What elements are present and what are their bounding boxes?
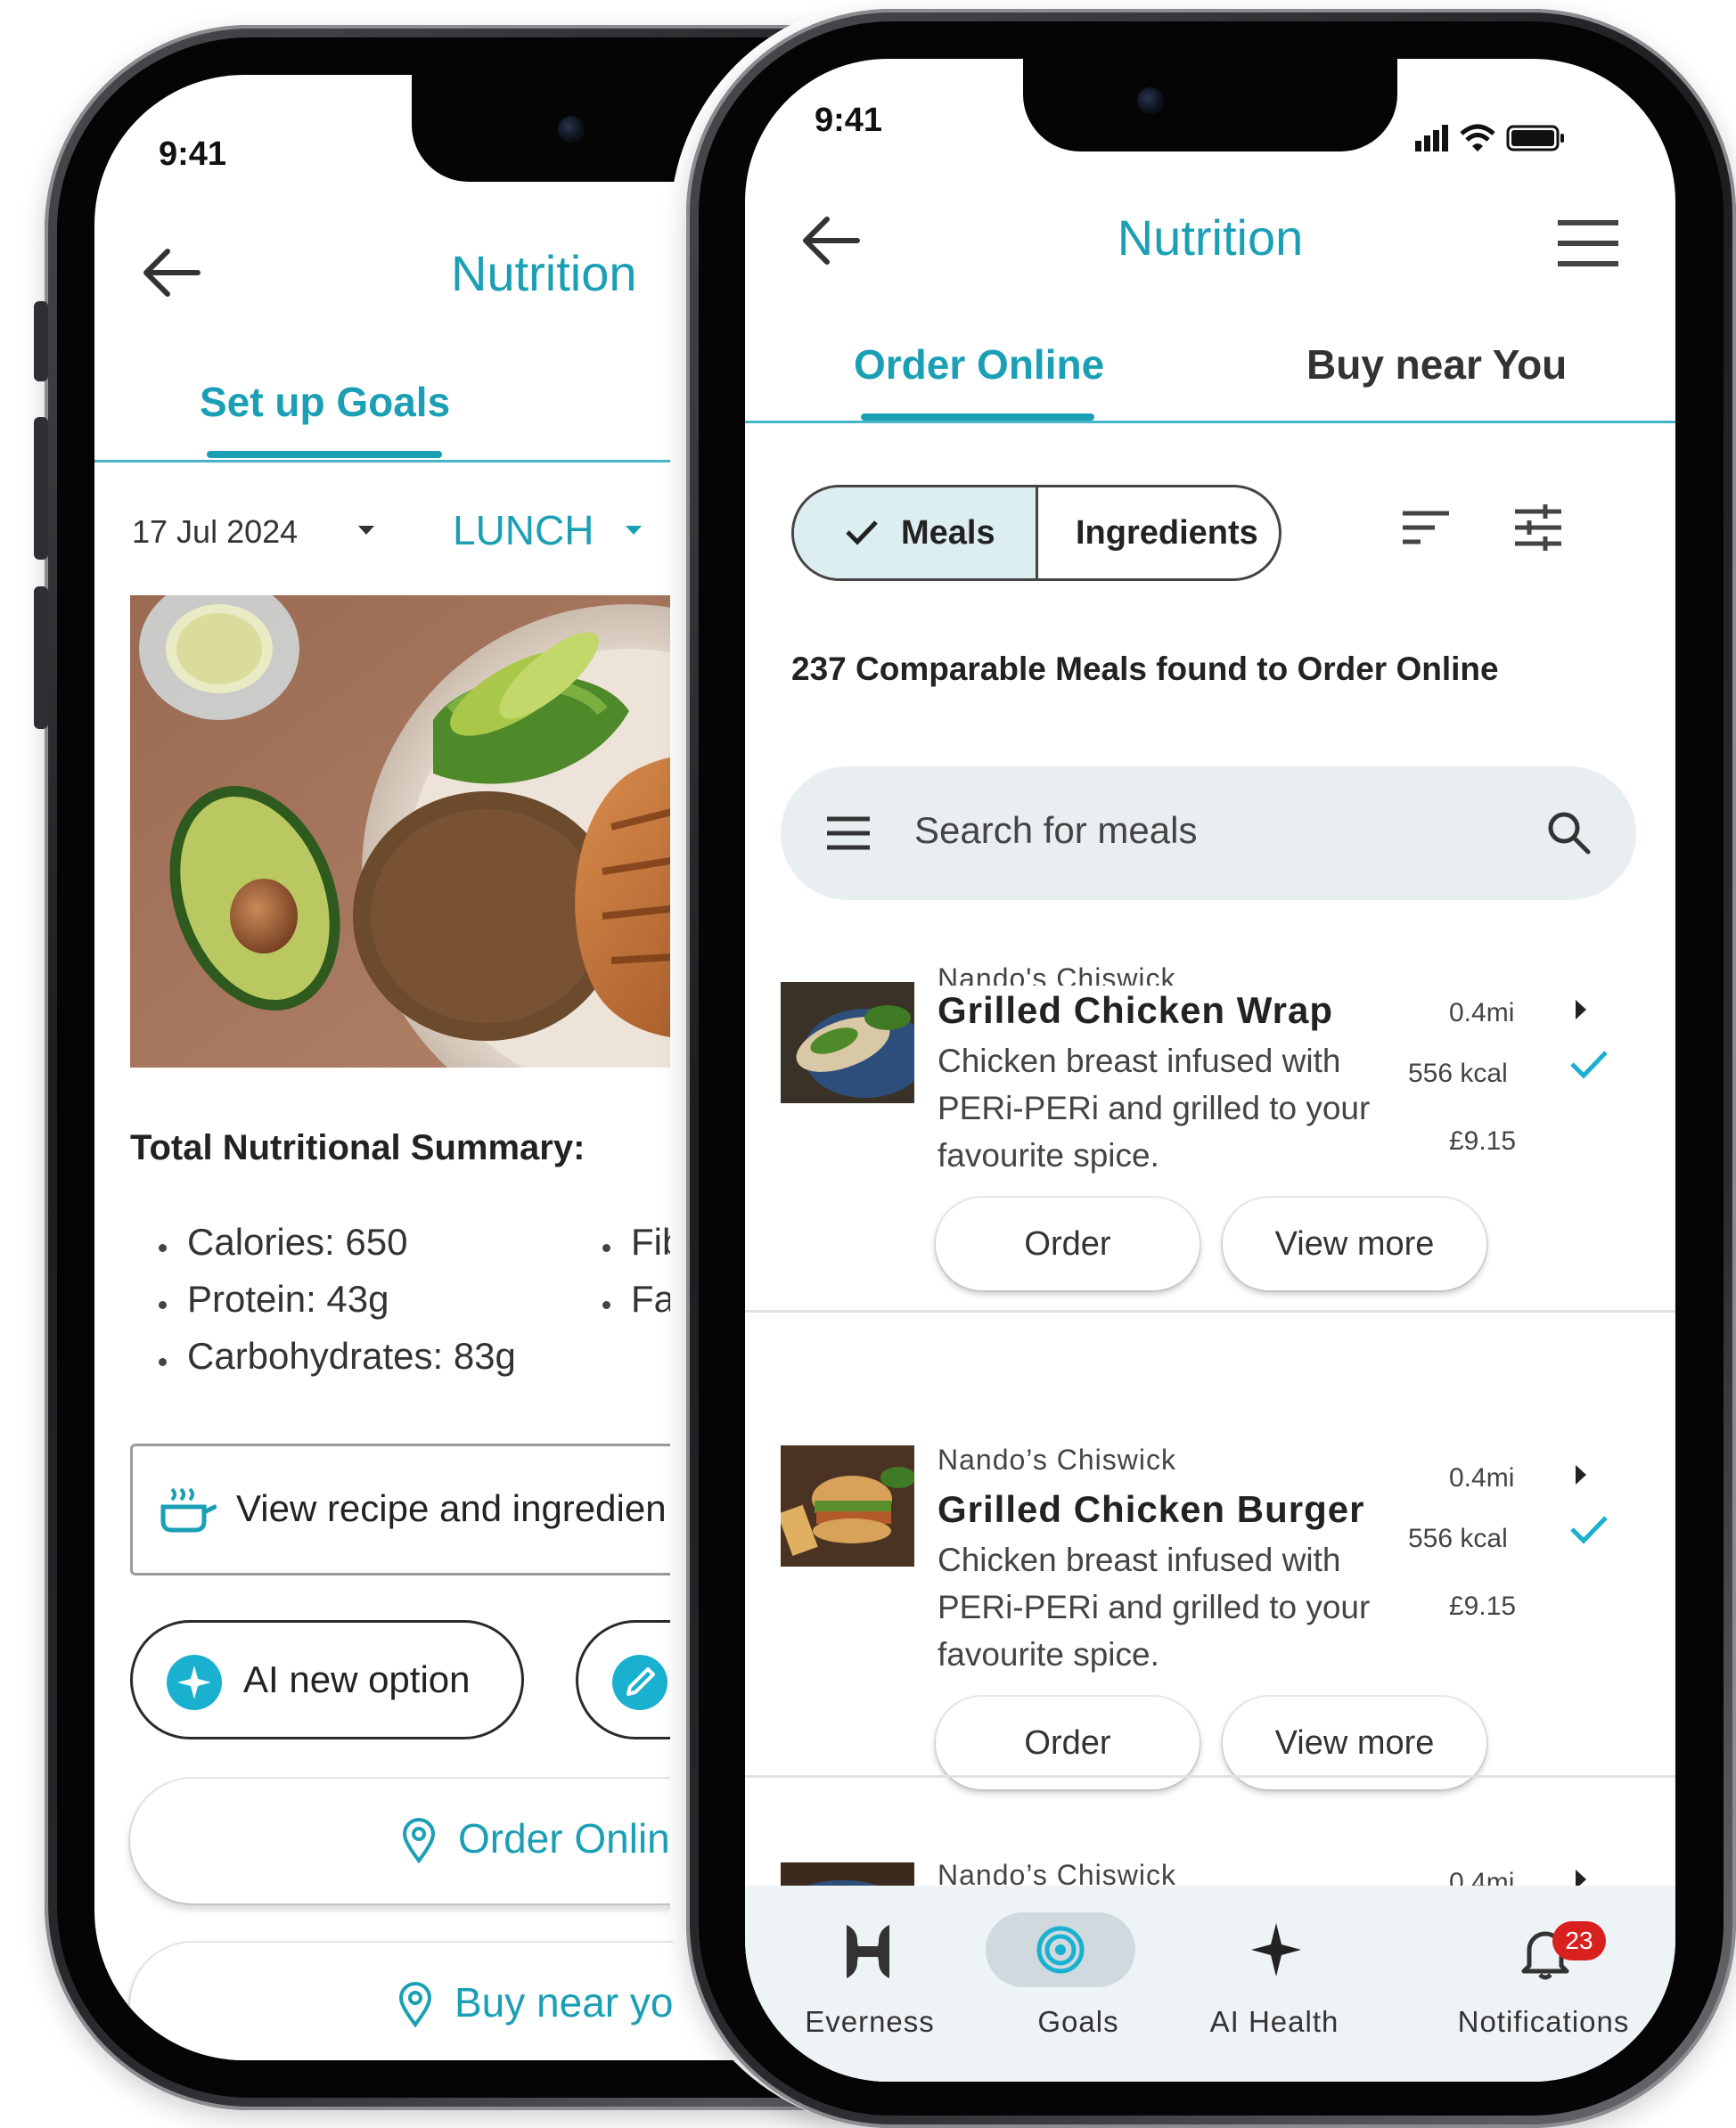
play-arrow-icon[interactable] [1576,1870,1586,1886]
meal-distance: 0.4mi [1449,1868,1515,1886]
meal-thumbnail [781,1862,914,1886]
view-more-button[interactable]: View more [1223,1198,1486,1290]
sparkle-icon [167,1655,222,1710]
restaurant-name: Nando’s Chiswick [938,1444,1176,1476]
meal-card: Nando’s Chiswick Grilled Chicken Burger … [745,1378,1675,1841]
hamburger-menu-icon [1558,220,1618,266]
play-arrow-icon[interactable] [1576,1000,1586,1019]
meal-price: £9.15 [1449,1126,1517,1156]
meal-thumbnail [781,982,914,1103]
meal-name[interactable]: Grilled Chicken Wrap [938,989,1333,1032]
meal-thumbnail [781,1445,914,1567]
target-icon [1036,1926,1085,1974]
location-pin-icon [398,1982,432,2028]
tab-set-up-goals[interactable]: Set up Goals [200,378,450,426]
screen-right: 9:41 Nutrition Order Online Buy near You… [745,59,1675,2082]
sort-button[interactable] [1401,510,1451,550]
notification-badge: 23 [1552,1921,1606,1960]
nav-item-goals[interactable]: Goals [939,1886,1153,2082]
page-title: Nutrition [1117,209,1304,266]
status-icons [1415,119,1593,160]
nav-item-ai-health[interactable]: AI Health [1167,1886,1381,2082]
filter-button[interactable] [1513,504,1563,555]
wifi-icon [1460,124,1495,151]
menu-button[interactable] [1556,219,1620,272]
sort-icon [1403,511,1449,544]
tab-order-online[interactable]: Order Online [854,340,1104,389]
segment-ingredients[interactable]: Ingredients [1076,514,1258,552]
meal-distance: 0.4mi [1449,1463,1515,1493]
nutrient-calories: Calories: 650 [187,1221,408,1263]
tab-indicator [861,413,1094,421]
phone-frame-right: 9:41 Nutrition Order Online Buy near You… [686,9,1736,2128]
check-icon [1570,1051,1608,1079]
summary-heading: Total Nutritional Summary: [130,1128,585,1167]
meal-kcal: 556 kcal [1408,1059,1508,1088]
signal-icon [1415,125,1448,151]
caret-down-icon [358,526,374,535]
meal-price: £9.15 [1449,1592,1517,1621]
status-time: 9:41 [159,135,227,173]
page-title: Nutrition [451,245,637,301]
date-select[interactable]: 17 Jul 2024 [132,513,298,551]
restaurant-name: Nando's Chiswick [938,962,1176,986]
play-arrow-icon[interactable] [1576,1465,1586,1485]
search-bar[interactable]: Search for meals [781,766,1636,900]
arrow-left-icon [143,249,201,297]
order-button[interactable]: Order [936,1198,1200,1290]
status-time: 9:41 [815,102,883,139]
meal-distance: 0.4mi [1449,998,1515,1027]
check-icon [1570,1516,1608,1544]
segmented-control: Meals Ingredients [791,485,1282,581]
meal-description: Chicken breast infused with PERi-PERi an… [938,1542,1371,1673]
meal-type-select[interactable]: LUNCH [453,506,594,554]
bottom-navigation: Everness Goals AI Health 23 Notification… [745,1886,1675,2082]
meal-description: Chicken breast infused with PERi-PERi an… [938,1043,1371,1174]
search-icon[interactable] [1545,809,1592,855]
sparkle-icon [1251,1923,1301,1977]
battery-icon [1506,125,1564,151]
restaurant-name: Nando’s Chiswick [938,1859,1176,1886]
everness-logo-icon [847,1925,889,1978]
back-button[interactable] [139,244,203,301]
hamburger-menu-icon[interactable] [825,816,872,850]
check-icon [846,520,878,545]
nav-item-notifications[interactable]: 23 Notifications [1437,1886,1650,2082]
pencil-icon [612,1655,667,1710]
tab-buy-near-you[interactable]: Buy near You [1306,340,1567,389]
ai-new-option-button[interactable]: AI new option [130,1620,524,1739]
meal-kcal: 556 kcal [1408,1524,1508,1553]
nutrient-protein: Protein: 43g [187,1278,389,1320]
tune-icon [1515,504,1561,551]
search-input[interactable]: Search for meals [914,809,1197,852]
segment-meals[interactable]: Meals [794,487,1038,578]
caret-down-icon [626,526,642,535]
location-pin-icon [402,1818,436,1864]
nutrient-carbohydrates: Carbohydrates: 83g [187,1335,516,1377]
meal-name[interactable]: Grilled Chicken Burger [938,1488,1364,1531]
meal-card: Nando's Chiswick Grilled Chicken Wrap Ch… [745,914,1675,1378]
cooking-pot-icon [160,1487,217,1533]
results-count: 237 Comparable Meals found to Order Onli… [791,651,1499,687]
meal-card: Nando’s Chiswick 0.4mi [745,1841,1675,1886]
tab-indicator [207,451,442,458]
